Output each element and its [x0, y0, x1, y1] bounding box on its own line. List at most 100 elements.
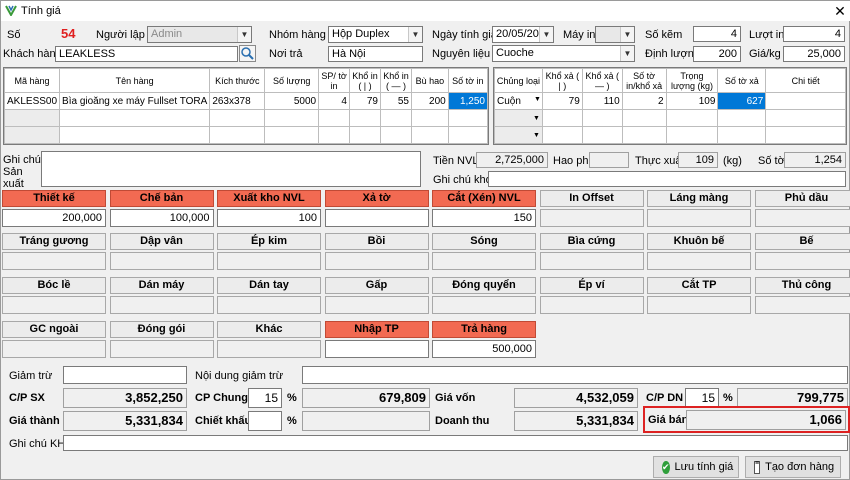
- col-chung-loai[interactable]: Chủng loại: [494, 68, 543, 93]
- table-row[interactable]: [4, 109, 488, 127]
- save-price-button[interactable]: ✔ Lưu tính giá: [653, 456, 739, 478]
- col-so-luong[interactable]: Số lượng: [264, 68, 320, 93]
- section-dap-van-button[interactable]: Dập vân: [109, 233, 214, 250]
- nguoi-lap-select[interactable]: Admin ▼: [147, 26, 252, 43]
- section-xuat-kho-nvl-cost[interactable]: 100: [217, 209, 321, 227]
- section-phu-dau-button[interactable]: Phủ dầu: [754, 190, 850, 207]
- section-khuon-be-button[interactable]: Khuôn bế: [647, 233, 751, 250]
- cell-trong-luong[interactable]: 109: [665, 92, 719, 110]
- section-in-offset-button[interactable]: In Offset: [539, 190, 644, 207]
- cell-kho-in-2[interactable]: 55: [379, 92, 412, 110]
- section-thu-cong-button[interactable]: Thủ công: [754, 277, 850, 294]
- section-song-button[interactable]: Sóng: [432, 233, 536, 250]
- section-trang-guong-button[interactable]: Tráng gương: [2, 233, 106, 250]
- section-nhap-tp-button[interactable]: Nhập TP: [324, 321, 429, 338]
- section-cat-tp-button[interactable]: Cắt TP: [647, 277, 751, 294]
- section-be-button[interactable]: Bế: [754, 233, 850, 250]
- section-dan-may-button[interactable]: Dán máy: [109, 277, 214, 294]
- col-so-to-kho-xa[interactable]: Số tờ in/khổ xả: [621, 68, 667, 93]
- cell-so-luong[interactable]: 5000: [264, 92, 320, 110]
- section-thiet-ke-cost[interactable]: 200,000: [2, 209, 106, 227]
- cell-so-to-xa[interactable]: 627: [717, 92, 767, 110]
- section-dan-tay-button[interactable]: Dán tay: [217, 277, 321, 294]
- table-row[interactable]: AKLESS00 Bìa gioăng xe máy Fullset TORA …: [4, 92, 488, 110]
- cell-kho-xa-1[interactable]: 79: [541, 92, 583, 110]
- col-ten-hang[interactable]: Tên hàng: [59, 68, 211, 93]
- section-nhap-tp-cost[interactable]: [324, 340, 429, 358]
- nguyen-lieu-select[interactable]: Cuoche ▼: [492, 45, 635, 62]
- ghi-chu-kho-input[interactable]: [488, 171, 846, 187]
- section-xa-to-button[interactable]: Xả tờ: [324, 190, 429, 207]
- material-grid[interactable]: Chủng loại Khổ xả ( | ) Khổ xả ( — ) Số …: [493, 67, 847, 145]
- section-boc-le-button[interactable]: Bóc lề: [2, 277, 106, 294]
- col-kho-xa-1[interactable]: Khổ xả ( | ): [541, 68, 583, 93]
- ngay-tinh-gia-picker[interactable]: 20/05/2021 ▼: [492, 26, 554, 43]
- product-grid[interactable]: Mã hàng Tên hàng Kích thước Số lượng SP/…: [3, 67, 489, 145]
- create-order-button[interactable]: ≡ Tạo đơn hàng: [745, 456, 841, 478]
- col-bu-hao[interactable]: Bù hao: [410, 68, 449, 93]
- col-trong-luong[interactable]: Trọng lượng (kg): [665, 68, 719, 93]
- cell-kho-in-1[interactable]: 79: [348, 92, 381, 110]
- gia-kg-input[interactable]: 25,000: [783, 46, 845, 62]
- cell-ten-hang[interactable]: Bìa gioăng xe máy Fullset TORA: [59, 92, 211, 110]
- cp-dn-percent-input[interactable]: 15: [685, 388, 719, 408]
- table-row[interactable]: [4, 126, 488, 144]
- col-sp-to-in[interactable]: SP/ tờ in: [318, 68, 350, 93]
- section-dong-goi-button[interactable]: Đóng gói: [109, 321, 214, 338]
- col-kho-in-1[interactable]: Khổ in ( | ): [348, 68, 381, 93]
- dinh-luong-input[interactable]: 200: [693, 46, 741, 62]
- chiet-khau-percent-input[interactable]: [248, 411, 282, 431]
- search-icon[interactable]: [239, 45, 256, 62]
- col-so-to-xa[interactable]: Số tờ xả: [717, 68, 767, 93]
- cell-kich-thuoc[interactable]: 263x378: [209, 92, 266, 110]
- section-gap-button[interactable]: Gấp: [324, 277, 429, 294]
- cell-ma-hang[interactable]: AKLESS00: [4, 92, 61, 110]
- luot-in-input[interactable]: 4: [783, 26, 845, 42]
- col-ma-hang[interactable]: Mã hàng: [4, 68, 61, 93]
- ghi-chu-kh-input[interactable]: [63, 435, 848, 451]
- section-tra-hang-cost[interactable]: 500,000: [432, 340, 536, 358]
- section-che-ban-button[interactable]: Chế bản: [109, 190, 214, 207]
- table-row[interactable]: ▼: [494, 126, 846, 144]
- ghi-chu-sx-input[interactable]: [41, 151, 421, 187]
- noi-tra-input[interactable]: Hà Nội: [328, 46, 423, 62]
- section-bia-cung-button[interactable]: Bìa cứng: [539, 233, 644, 250]
- cell-chi-tiet[interactable]: [765, 92, 846, 110]
- cell-sp-to-in[interactable]: 4: [318, 92, 350, 110]
- section-cat-xen-nvl-button[interactable]: Cắt (Xén) NVL: [432, 190, 536, 207]
- noi-dung-giam-tru-input[interactable]: [302, 366, 848, 384]
- cell-bu-hao[interactable]: 200: [410, 92, 449, 110]
- section-cat-xen-nvl-cost[interactable]: 150: [432, 209, 536, 227]
- cell-so-to-in[interactable]: 1,250: [447, 92, 488, 110]
- section-ep-vi-button[interactable]: Ép ví: [539, 277, 644, 294]
- section-xuat-kho-nvl-button[interactable]: Xuất kho NVL: [217, 190, 321, 207]
- section-xa-to-cost[interactable]: [324, 209, 429, 227]
- col-kho-xa-2[interactable]: Khổ xả ( — ): [581, 68, 623, 93]
- table-row[interactable]: Cuộn ▼ 79 110 2 109 627: [494, 92, 846, 110]
- section-ep-kim-button[interactable]: Ép kim: [217, 233, 321, 250]
- cell-kho-xa-2[interactable]: 110: [581, 92, 623, 110]
- section-thiet-ke-button[interactable]: Thiết kế: [2, 190, 106, 207]
- col-chi-tiet[interactable]: Chi tiết: [765, 68, 846, 93]
- section-khac-button[interactable]: Khác: [217, 321, 321, 338]
- col-kho-in-2[interactable]: Khổ in ( — ): [379, 68, 412, 93]
- cell-chung-loai[interactable]: Cuộn ▼: [494, 92, 543, 110]
- so-kem-input[interactable]: 4: [693, 26, 741, 42]
- khach-hang-input[interactable]: LEAKLESS: [55, 46, 238, 62]
- cell-so-to-kho-xa[interactable]: 2: [621, 92, 667, 110]
- section-boi-button[interactable]: Bồi: [324, 233, 429, 250]
- close-icon[interactable]: ✕: [831, 2, 849, 20]
- may-in-select[interactable]: ▼: [595, 26, 635, 43]
- giam-tru-input[interactable]: [63, 366, 187, 384]
- cp-chung-percent-input[interactable]: 15: [248, 388, 282, 408]
- col-kich-thuoc[interactable]: Kích thước: [209, 68, 266, 93]
- section-che-ban-cost[interactable]: 100,000: [109, 209, 214, 227]
- table-row[interactable]: ▼: [494, 109, 846, 127]
- col-so-to-in[interactable]: Số tờ in: [447, 68, 488, 93]
- nhom-hang-select[interactable]: Hộp Duplex ▼: [328, 26, 423, 43]
- section-tra-hang-button[interactable]: Trả hàng: [432, 321, 536, 338]
- section-lang-mang-button[interactable]: Láng màng: [647, 190, 751, 207]
- section-dong-quyen-button[interactable]: Đóng quyển: [432, 277, 536, 294]
- section-gc-ngoai-button[interactable]: GC ngoài: [2, 321, 106, 338]
- grid-header-row: Chủng loại Khổ xả ( | ) Khổ xả ( — ) Số …: [494, 68, 846, 93]
